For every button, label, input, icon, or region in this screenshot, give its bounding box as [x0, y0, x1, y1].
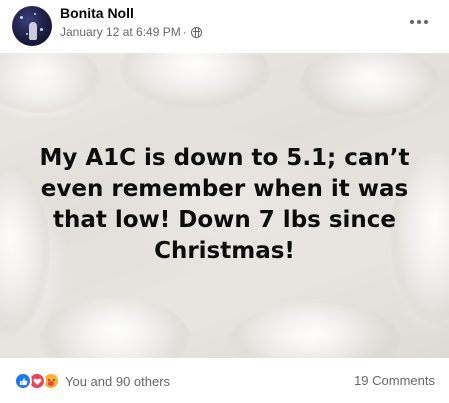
more-options-icon[interactable]: [401, 8, 437, 36]
author-name[interactable]: Bonita Noll: [60, 5, 134, 21]
author-avatar[interactable]: [12, 6, 52, 46]
reactions-summary[interactable]: You and 90 others: [14, 372, 170, 390]
care-eye: [53, 379, 55, 381]
knit-loop: [0, 53, 100, 113]
thumbs-up-glyph: [19, 377, 27, 385]
more-dot: [410, 20, 414, 24]
knit-loop: [40, 298, 190, 358]
post-card: Bonita Noll January 12 at 6:49 PM · My A…: [0, 0, 449, 403]
post-header: Bonita Noll January 12 at 6:49 PM ·: [0, 0, 449, 52]
post-footer: You and 90 others 19 Comments: [0, 358, 449, 403]
post-timestamp[interactable]: January 12 at 6:49 PM: [60, 25, 181, 39]
reaction-summary-text[interactable]: You and 90 others: [65, 374, 170, 389]
knit-loop: [230, 303, 400, 358]
care-heart: [48, 381, 54, 386]
more-dot: [424, 20, 428, 24]
heart-glyph: [33, 378, 41, 385]
like-icon: [14, 372, 32, 390]
knit-loop: [300, 53, 440, 118]
post-caption: My A1C is down to 5.1; can’t even rememb…: [39, 145, 410, 264]
post-meta: January 12 at 6:49 PM ·: [60, 25, 202, 39]
globe-icon[interactable]: [190, 26, 202, 38]
knit-loop: [120, 53, 270, 108]
comments-count-link[interactable]: 19 Comments: [354, 373, 435, 388]
avatar-spark: [26, 33, 28, 35]
more-dot: [417, 20, 421, 24]
avatar-spark: [34, 13, 36, 15]
avatar-figure: [29, 22, 37, 40]
avatar-spark: [40, 28, 43, 31]
meta-separator: ·: [182, 25, 187, 39]
post-image[interactable]: My A1C is down to 5.1; can’t even rememb…: [0, 53, 449, 358]
avatar-spark: [20, 16, 23, 19]
